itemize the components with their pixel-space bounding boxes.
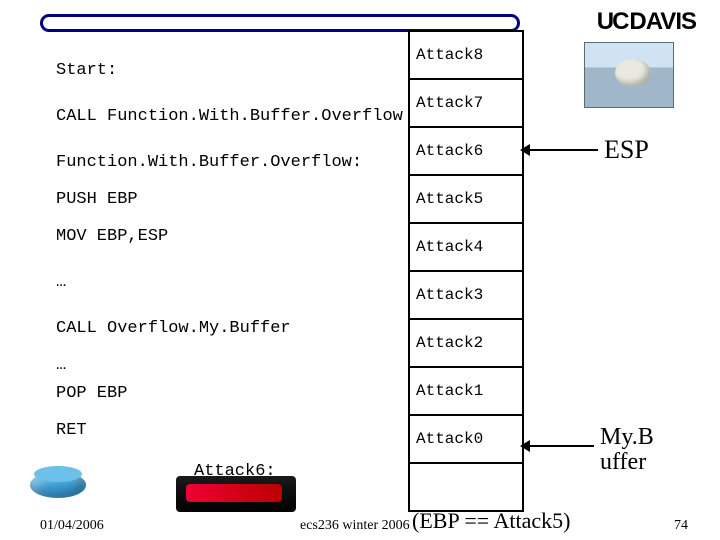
mybuffer-pointer-line bbox=[526, 445, 594, 447]
stack-value: Attack6 bbox=[416, 142, 483, 160]
footer-course: ecs236 winter 2006 bbox=[300, 518, 410, 534]
stack-diagram: Attack8 Attack7 Attack6 Attack5 Attack4 … bbox=[408, 30, 524, 512]
code-line: RET bbox=[56, 420, 87, 441]
stack-cell: Attack7 bbox=[408, 78, 524, 126]
ucdavis-logo: UCDAVIS bbox=[597, 8, 696, 36]
stack-cell: Attack6 bbox=[408, 126, 524, 174]
code-line: CALL Overflow.My.Buffer bbox=[56, 318, 291, 339]
footer-date: 01/04/2006 bbox=[40, 518, 104, 534]
code-line: Function.With.Buffer.Overflow: bbox=[56, 152, 362, 173]
stack-cell bbox=[408, 462, 524, 512]
decorative-photo bbox=[584, 42, 674, 108]
mybuffer-label-line: My.B bbox=[600, 424, 654, 450]
stack-value: Attack2 bbox=[416, 334, 483, 352]
mybuffer-label-line: uffer bbox=[600, 449, 646, 475]
clipart-image bbox=[176, 476, 296, 512]
code-line: … bbox=[56, 355, 66, 376]
stack-value: Attack4 bbox=[416, 238, 483, 256]
router-icon bbox=[24, 464, 92, 508]
stack-cell: Attack2 bbox=[408, 318, 524, 366]
stack-cell: Attack1 bbox=[408, 366, 524, 414]
stack-value: Attack8 bbox=[416, 46, 483, 64]
stack-cell: Attack3 bbox=[408, 270, 524, 318]
stack-value: Attack3 bbox=[416, 286, 483, 304]
egghead-sculpture bbox=[615, 59, 651, 87]
code-line: MOV EBP,ESP bbox=[56, 226, 168, 247]
arrow-left-icon bbox=[520, 144, 530, 156]
footer-page-number: 74 bbox=[674, 518, 688, 534]
stack-value: Attack5 bbox=[416, 190, 483, 208]
esp-label: ESP bbox=[604, 135, 649, 165]
stack-value: Attack0 bbox=[416, 430, 483, 448]
brand-uc: UC bbox=[597, 8, 628, 35]
stack-cell: Attack8 bbox=[408, 30, 524, 78]
ebp-equation: (EBP == Attack5) bbox=[412, 508, 570, 534]
code-line: CALL Function.With.Buffer.Overflow bbox=[56, 106, 403, 127]
brand-davis: DAVIS bbox=[629, 8, 696, 35]
assembly-code-listing: Start: CALL Function.With.Buffer.Overflo… bbox=[56, 48, 403, 454]
arrow-left-icon bbox=[520, 440, 530, 452]
code-line: POP EBP bbox=[56, 383, 127, 404]
stack-cell: Attack5 bbox=[408, 174, 524, 222]
stack-value: Attack1 bbox=[416, 382, 483, 400]
code-line: Start: bbox=[56, 60, 117, 81]
code-line: … bbox=[56, 272, 66, 293]
code-line: PUSH EBP bbox=[56, 189, 138, 210]
mybuffer-label: My.B uffer bbox=[600, 425, 654, 475]
stack-cell: Attack4 bbox=[408, 222, 524, 270]
stack-value: Attack7 bbox=[416, 94, 483, 112]
esp-pointer-line bbox=[526, 149, 598, 151]
stack-cell: Attack0 bbox=[408, 414, 524, 462]
